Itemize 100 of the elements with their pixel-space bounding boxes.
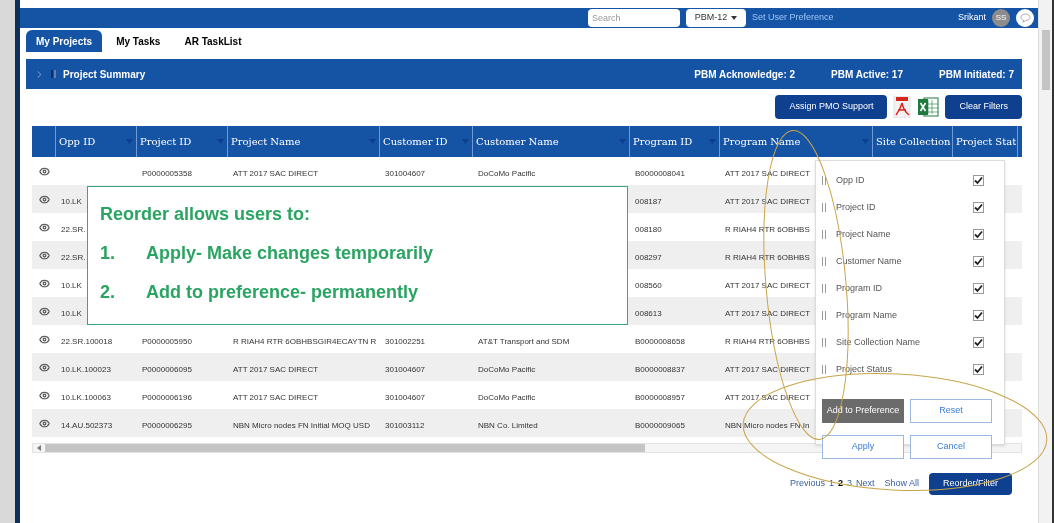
table-cell: ATT 2017 SAC DIRECT	[233, 169, 319, 178]
column-option[interactable]: Project ID	[836, 200, 973, 215]
checkbox[interactable]	[973, 202, 984, 213]
menu-button[interactable]: Apply	[822, 435, 904, 459]
drag-handle-icon[interactable]	[822, 230, 826, 239]
table-cell: AT&T Transport and SDM	[478, 337, 570, 346]
user-name: Srikant	[958, 11, 986, 25]
previous-link[interactable]: Previous	[789, 477, 825, 491]
table-cell: R RIAH4 RTR 6OBHBS	[725, 225, 810, 234]
callout-point: Apply- Make changes temporarily	[146, 242, 434, 265]
menu-button[interactable]: Cancel	[910, 435, 992, 459]
tab[interactable]: My Tasks	[106, 30, 171, 52]
view-icon[interactable]	[38, 193, 50, 205]
view-icon[interactable]	[38, 165, 50, 177]
table-cell: ATT 2017 SAC DIRECT	[725, 169, 811, 178]
drag-handle-icon[interactable]	[822, 257, 826, 266]
column-option[interactable]: Project Name	[836, 227, 973, 242]
summary-stat: PBM Initiated: 7	[939, 67, 1014, 82]
column-option[interactable]: Site Collection Name	[836, 335, 973, 350]
column-option[interactable]: Customer Name	[836, 254, 973, 269]
project-select[interactable]: PBM-12	[686, 9, 746, 27]
page-link[interactable]: 2	[837, 477, 843, 491]
checkbox[interactable]	[973, 283, 984, 294]
drag-handle-icon[interactable]	[822, 311, 826, 320]
excel-icon[interactable]	[917, 96, 940, 118]
column-option[interactable]: Opp ID	[836, 173, 973, 188]
callout-title: Reorder allows users to:	[100, 203, 312, 226]
table-cell: DoCoMo Pacific	[478, 393, 536, 402]
checkbox[interactable]	[973, 337, 984, 348]
table-cell: B0000008837	[635, 365, 685, 374]
drag-handle-icon[interactable]	[822, 176, 826, 185]
menu-button[interactable]: Reset	[910, 399, 992, 423]
table-cell: 301004607	[385, 169, 426, 178]
tab[interactable]: AR TaskList	[174, 30, 252, 52]
view-icon[interactable]	[38, 333, 50, 345]
drag-handle-icon[interactable]	[822, 284, 826, 293]
table-cell: 008180	[635, 225, 662, 234]
table-cell: 008187	[635, 197, 662, 206]
table-cell: 22.SR.	[61, 253, 86, 262]
preference-link[interactable]: Set User Preference	[752, 11, 834, 25]
summary-title: Project Summary	[63, 67, 146, 82]
search-field[interactable]: Search	[588, 9, 680, 27]
table-cell: 10.LK	[61, 197, 82, 206]
summary-stat: PBM Acknowledge: 2	[694, 67, 796, 82]
checkbox[interactable]	[973, 364, 984, 375]
table-cell: 10.LK	[61, 281, 82, 290]
menu-button[interactable]: Add to Preference	[822, 399, 904, 423]
next-link[interactable]: Next	[855, 477, 875, 491]
table-cell: 301004607	[385, 365, 426, 374]
table-cell: P0000006095	[142, 365, 192, 374]
pdf-icon[interactable]	[893, 96, 912, 118]
table-cell: ATT 2017 SAC DIRECT	[725, 393, 811, 402]
table-cell: ATT 2017 SAC DIRECT	[725, 309, 811, 318]
clear-filters-button[interactable]: Clear Filters	[945, 95, 1022, 119]
show-all-link[interactable]: Show All	[884, 477, 919, 491]
table-cell: 22.SR.	[61, 225, 86, 234]
chat-icon[interactable]	[1016, 9, 1034, 27]
page-link[interactable]: 1	[828, 477, 834, 491]
horizontal-scrollbar[interactable]	[45, 444, 645, 452]
vertical-scrollbar[interactable]	[1041, 30, 1050, 90]
summary-stat: PBM Active: 17	[831, 67, 903, 82]
checkbox[interactable]	[973, 229, 984, 240]
tab[interactable]: My Projects	[26, 30, 103, 52]
view-icon[interactable]	[38, 417, 50, 429]
table-cell: DoCoMo Pacific	[478, 365, 536, 374]
view-icon[interactable]	[38, 389, 50, 401]
view-icon[interactable]	[38, 249, 50, 261]
view-icon[interactable]	[38, 361, 50, 373]
table-cell: 10.LK.100023	[61, 365, 111, 374]
list-number: 2.	[100, 281, 116, 304]
table-cell: 301002251	[385, 337, 426, 346]
table-cell: R RIAH4 RTR 6OBHBS	[725, 337, 810, 346]
table-cell: NBN Co. Limited	[478, 421, 538, 430]
assign-pmo-button[interactable]: Assign PMO Support	[775, 95, 888, 119]
table-cell: B0000008041	[635, 169, 685, 178]
table-cell: 008297	[635, 253, 662, 262]
table-cell: NBN Micro nodes FN In	[725, 421, 810, 430]
caret-icon	[731, 16, 738, 20]
table-cell: P0000006196	[142, 393, 192, 402]
view-icon[interactable]	[38, 221, 50, 233]
checkbox[interactable]	[973, 256, 984, 267]
table-cell: P0000005950	[142, 337, 192, 346]
table-cell: NBN Micro nodes FN Initial MOQ USD	[233, 421, 370, 430]
checkbox[interactable]	[973, 175, 984, 186]
table-cell: DoCoMo Pacific	[478, 169, 536, 178]
table-cell: R RIAH4 RTR 6OBHBS	[725, 253, 810, 262]
table-cell: R RIAH4 RTR 6OBHBSGIR4ECAYTN R	[233, 337, 377, 346]
scroll-left-icon[interactable]	[37, 445, 41, 451]
table-cell: ATT 2017 SAC DIRECT	[233, 365, 319, 374]
view-icon[interactable]	[38, 305, 50, 317]
checkbox[interactable]	[973, 310, 984, 321]
drag-handle-icon[interactable]	[822, 338, 826, 347]
drag-handle-icon[interactable]	[822, 365, 826, 374]
table-cell: 22.SR.100018	[61, 337, 113, 346]
grip-icon	[51, 70, 57, 78]
table-cell: 301004607	[385, 393, 426, 402]
view-icon[interactable]	[38, 277, 50, 289]
list-number: 1.	[100, 242, 116, 265]
drag-handle-icon[interactable]	[822, 203, 826, 212]
table-cell: 008560	[635, 281, 662, 290]
